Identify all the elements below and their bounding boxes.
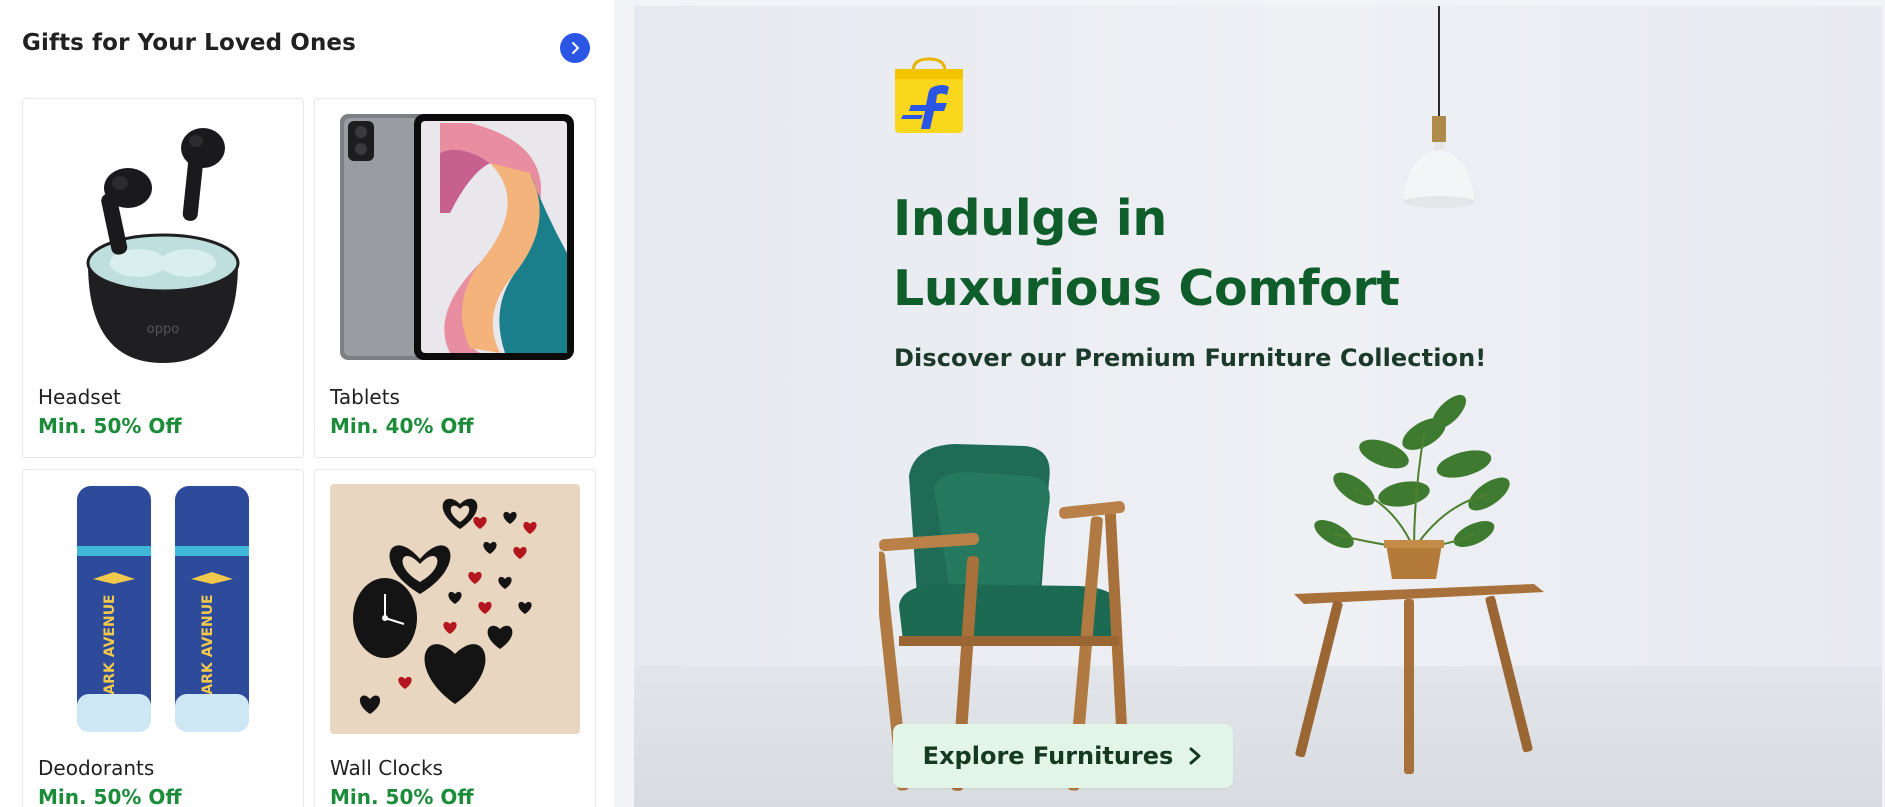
product-card-wall-clocks[interactable]: Wall Clocks Min. 50% Off	[314, 469, 596, 807]
svg-text:oppo: oppo	[147, 322, 179, 337]
headline-line-2: Luxurious Comfort	[893, 260, 1400, 317]
deodorant-brand-right: PARK AVENUE	[200, 594, 216, 703]
card-offer: Min. 50% Off	[38, 414, 182, 438]
deodorant-brand-left: PARK AVENUE	[102, 594, 118, 703]
plant-side-table-image	[1294, 394, 1544, 774]
gifts-panel: Gifts for Your Loved Ones oppo Headset M…	[0, 0, 614, 807]
product-card-headset[interactable]: oppo Headset Min. 50% Off	[22, 98, 304, 458]
explore-furnitures-button[interactable]: Explore Furnitures	[893, 724, 1233, 788]
explore-button-label: Explore Furnitures	[922, 742, 1174, 770]
banner-floor	[634, 666, 1882, 807]
card-offer: Min. 50% Off	[330, 785, 474, 807]
card-name: Wall Clocks	[330, 756, 443, 780]
product-card-tablets[interactable]: Tablets Min. 40% Off	[314, 98, 596, 458]
panel-divider	[614, 0, 634, 807]
flipkart-bag-icon	[895, 57, 963, 133]
pendant-lamp-image	[1403, 6, 1475, 208]
wall-clock-image	[330, 484, 580, 734]
gifts-view-all-button[interactable]	[560, 33, 590, 63]
product-card-deodorants[interactable]: PARK AVENUE PARK AVENUE Deodorants Min. …	[22, 469, 304, 807]
card-name: Headset	[38, 385, 121, 409]
chevron-right-icon	[572, 42, 579, 54]
furniture-promo-banner[interactable]: Indulge in Luxurious Comfort Discover ou…	[634, 6, 1882, 807]
card-name: Deodorants	[38, 756, 155, 780]
card-offer: Min. 40% Off	[330, 414, 474, 438]
chevron-right-icon	[1189, 747, 1201, 765]
deodorant-image: PARK AVENUE PARK AVENUE	[77, 486, 249, 732]
banner-subheadline: Discover our Premium Furniture Collectio…	[894, 344, 1487, 372]
gifts-section-title: Gifts for Your Loved Ones	[22, 30, 356, 56]
card-name: Tablets	[330, 385, 400, 409]
tablet-image	[340, 114, 574, 360]
headset-image: oppo	[86, 128, 240, 363]
card-offer: Min. 50% Off	[38, 785, 182, 807]
